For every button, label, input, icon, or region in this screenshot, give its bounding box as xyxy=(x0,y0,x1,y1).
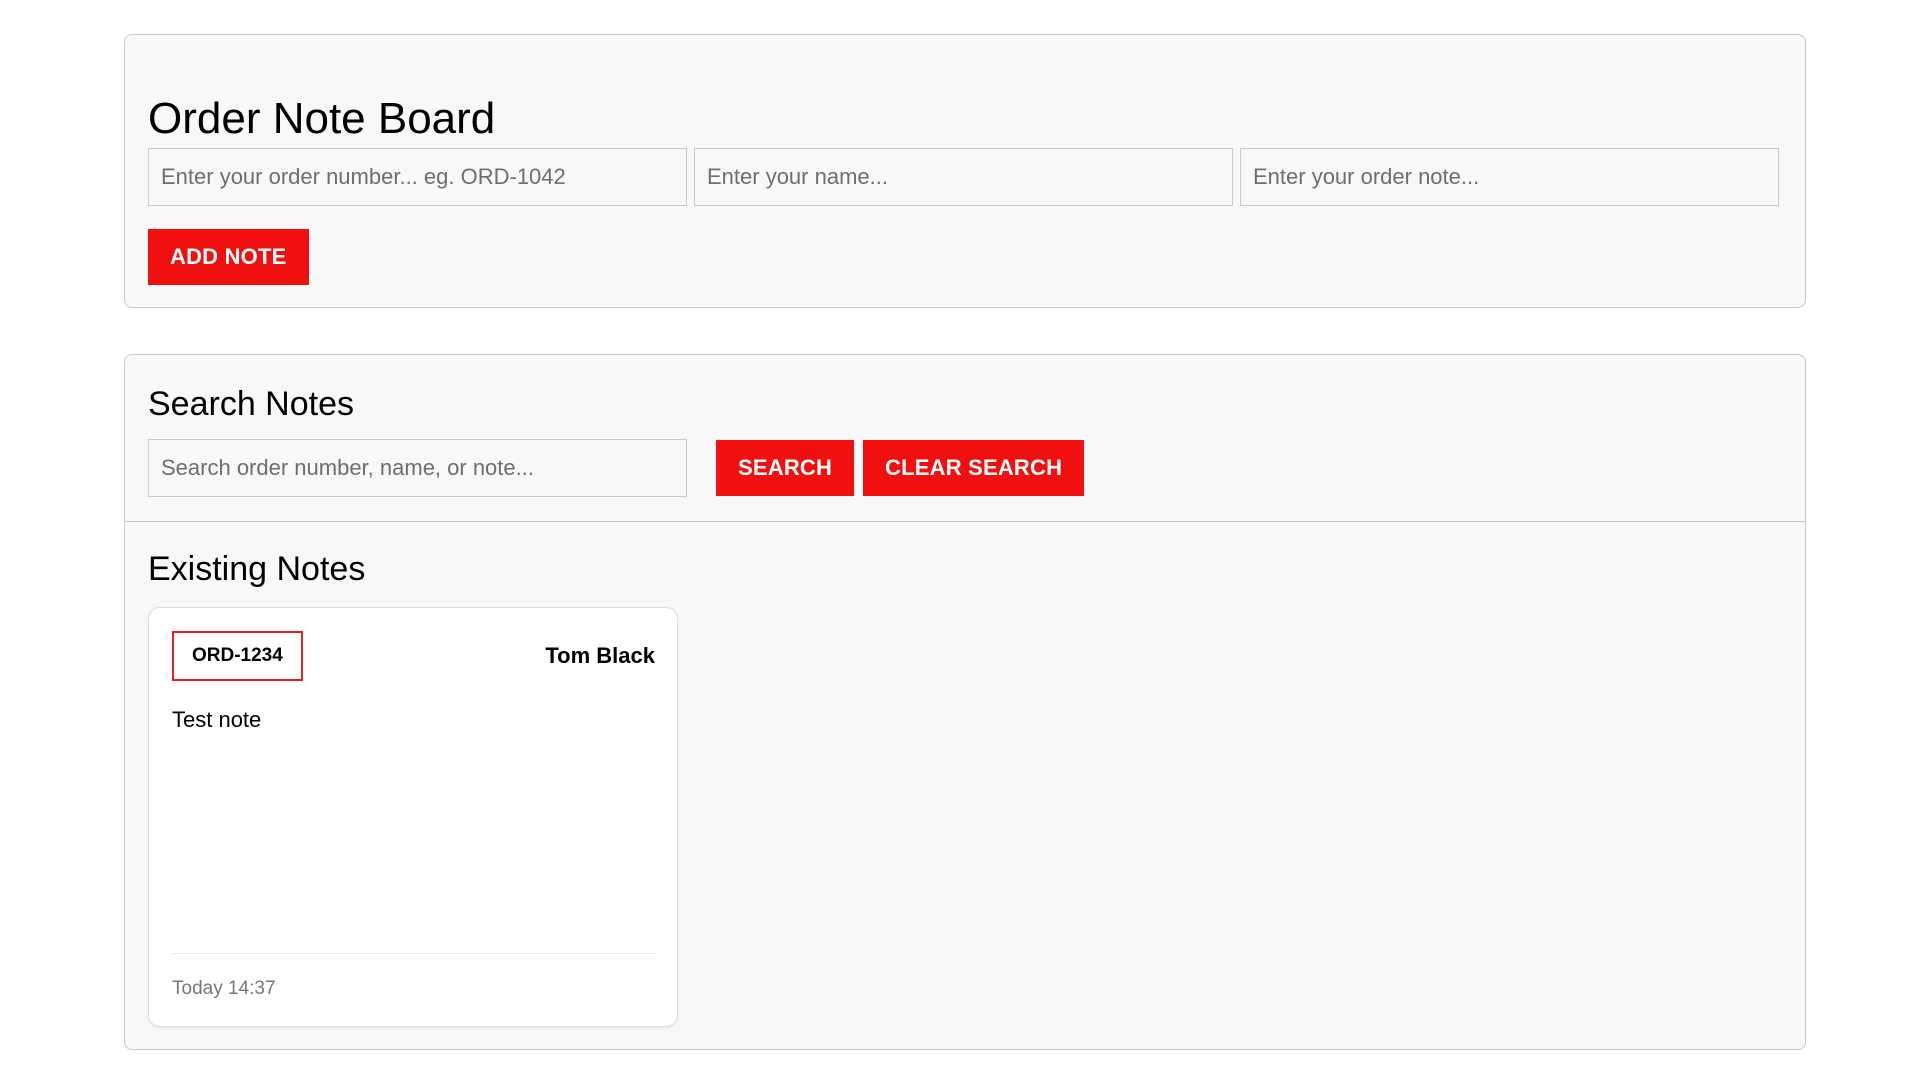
search-input[interactable] xyxy=(148,439,687,497)
note-author: Tom Black xyxy=(545,643,655,668)
note-timestamp: Today 14:37 xyxy=(172,978,276,999)
section-divider xyxy=(125,521,1805,522)
search-heading: Search Notes xyxy=(148,385,354,423)
note-card: ORD-1234 Tom Black Test note Today 14:37 xyxy=(148,607,678,1027)
notes-panel: Search Notes SEARCH CLEAR SEARCH Existin… xyxy=(124,354,1806,1050)
order-number-input[interactable] xyxy=(148,148,687,206)
add-note-button[interactable]: ADD NOTE xyxy=(148,229,309,285)
search-button[interactable]: SEARCH xyxy=(716,440,855,496)
order-note-input[interactable] xyxy=(1240,148,1779,206)
existing-notes-heading: Existing Notes xyxy=(148,550,366,588)
clear-search-button[interactable]: CLEAR SEARCH xyxy=(863,440,1085,496)
add-note-panel: Order Note Board ADD NOTE xyxy=(124,34,1806,308)
note-text: Test note xyxy=(172,707,262,732)
add-note-inputs xyxy=(148,148,1779,206)
order-number-badge: ORD-1234 xyxy=(172,631,303,681)
card-divider xyxy=(172,953,655,954)
page-title: Order Note Board xyxy=(148,94,496,143)
name-input[interactable] xyxy=(694,148,1233,206)
